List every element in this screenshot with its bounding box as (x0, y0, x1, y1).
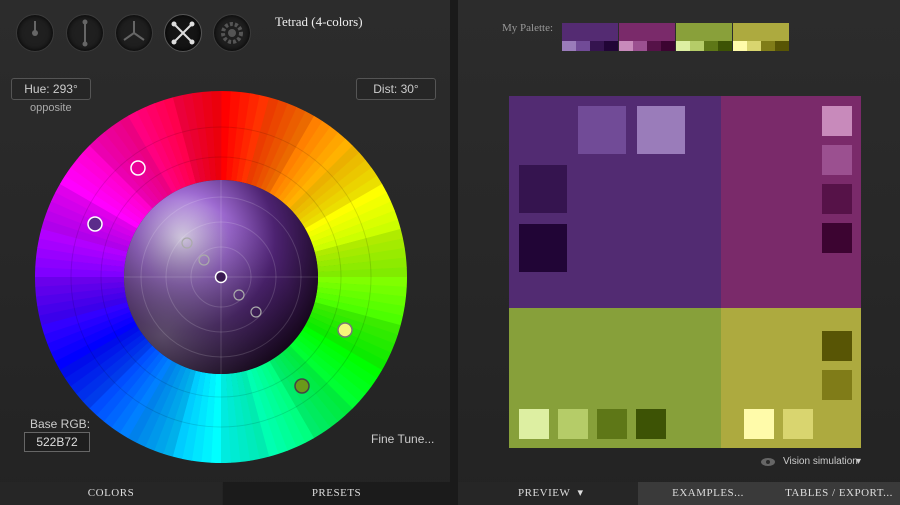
palette-shade-swatch[interactable] (661, 41, 675, 51)
color-preview (509, 96, 861, 448)
base-rgb-label: Base RGB: (30, 417, 91, 431)
eye-icon (761, 458, 775, 466)
fine-tune-link[interactable]: Fine Tune... (371, 432, 434, 446)
tab-preview[interactable]: PREVIEW ▾ (458, 482, 638, 505)
panel-divider (450, 0, 458, 505)
swatch-tertiary-light-1[interactable] (519, 409, 549, 439)
swatch-quaternary-dark-1[interactable] (822, 370, 852, 400)
palette-shade-swatch[interactable] (747, 41, 761, 51)
palette-group-3[interactable] (676, 23, 732, 51)
color-wheel[interactable] (34, 90, 408, 464)
swatch-secondary-light-2[interactable] (822, 145, 852, 175)
palette-shade-swatch[interactable] (562, 41, 576, 51)
palette-shade-swatch[interactable] (604, 41, 618, 51)
swatch-primary-dark-1[interactable] (519, 165, 567, 213)
tertiary-quadrant (509, 308, 721, 448)
palette-shade-swatch[interactable] (718, 41, 732, 51)
palette-main-swatch[interactable] (562, 23, 618, 41)
palette-main-swatch[interactable] (733, 23, 789, 41)
hue-marker-primary[interactable] (87, 216, 103, 232)
chevron-down-icon: ▾ (577, 487, 584, 499)
tab-tables-export[interactable]: TABLES / EXPORT... (778, 482, 900, 505)
palette-shade-swatch[interactable] (633, 41, 647, 51)
palette-group-2[interactable] (619, 23, 675, 51)
scheme-title: Tetrad (4-colors) (275, 14, 363, 29)
palette-group-4[interactable] (733, 23, 789, 51)
palette-shade-swatch[interactable] (761, 41, 775, 51)
swatch-secondary-light-1[interactable] (822, 106, 852, 136)
palette-shade-swatch[interactable] (590, 41, 604, 51)
swatch-secondary-dark-1[interactable] (822, 184, 852, 214)
swatch-primary-light-1[interactable] (578, 106, 626, 154)
swatch-tertiary-dark-2[interactable] (636, 409, 666, 439)
swatch-quaternary-light-2[interactable] (783, 409, 813, 439)
complement-icon[interactable] (66, 14, 104, 52)
palette-group-1[interactable] (562, 23, 618, 51)
tab-presets[interactable]: PRESETS (223, 482, 450, 505)
palette-main-swatch[interactable] (619, 23, 675, 41)
secondary-quadrant (721, 96, 861, 308)
palette-shade-swatch[interactable] (775, 41, 789, 51)
triad-icon[interactable] (115, 14, 153, 52)
swatch-secondary-dark-2[interactable] (822, 223, 852, 253)
palette-main-swatch[interactable] (676, 23, 732, 41)
hue-marker-tertiary[interactable] (294, 378, 310, 394)
base-rgb-input[interactable]: 522B72 (24, 432, 90, 452)
swatch-primary-light-2[interactable] (637, 106, 685, 154)
palette-strip[interactable] (562, 23, 789, 51)
base-color-marker[interactable] (214, 270, 228, 284)
tab-colors[interactable]: COLORS (0, 482, 222, 505)
palette-label: My Palette: (502, 22, 554, 34)
palette-shade-swatch[interactable] (576, 41, 590, 51)
palette-shade-swatch[interactable] (733, 41, 747, 51)
swatch-tertiary-light-2[interactable] (558, 409, 588, 439)
primary-quadrant (509, 96, 721, 308)
swatch-tertiary-dark-1[interactable] (597, 409, 627, 439)
quaternary-quadrant (721, 308, 861, 448)
gear-icon[interactable] (213, 14, 251, 52)
palette-shade-swatch[interactable] (690, 41, 704, 51)
palette-shade-swatch[interactable] (647, 41, 661, 51)
hue-marker-quaternary[interactable] (337, 322, 353, 338)
tab-preview-label: PREVIEW (518, 487, 571, 499)
tab-examples[interactable]: EXAMPLES... (638, 482, 778, 505)
swatch-primary-dark-2[interactable] (519, 224, 567, 272)
palette-shade-swatch[interactable] (704, 41, 718, 51)
mono-icon[interactable] (16, 14, 54, 52)
palette-shade-swatch[interactable] (676, 41, 690, 51)
swatch-quaternary-light-1[interactable] (744, 409, 774, 439)
swatch-quaternary-dark-2[interactable] (822, 331, 852, 361)
tetrad-icon[interactable] (164, 14, 202, 52)
palette-shade-swatch[interactable] (619, 41, 633, 51)
chevron-down-icon[interactable]: ▾ (856, 456, 861, 467)
vision-simulation-label[interactable]: Vision simulation (783, 456, 858, 467)
